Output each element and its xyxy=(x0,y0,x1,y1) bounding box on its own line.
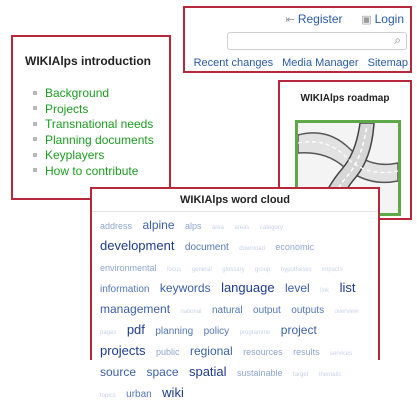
intro-title: WIKIAlps introduction xyxy=(25,54,151,68)
site-nav: Recent changes Media Manager Sitemap xyxy=(188,57,408,69)
register-icon: ⇤ xyxy=(285,14,295,26)
word-cloud-tag[interactable]: regional xyxy=(190,344,233,358)
word-cloud-panel: WIKIAlps word cloud address alpine alps … xyxy=(90,187,380,400)
bullet-icon xyxy=(33,168,37,173)
list-item[interactable]: Planning documents xyxy=(33,133,154,149)
word-cloud-tag[interactable]: overview xyxy=(335,309,359,315)
nav-media-manager[interactable]: Media Manager xyxy=(282,57,358,69)
nav-recent-changes[interactable]: Recent changes xyxy=(194,57,274,69)
word-cloud-title: WIKIAlps word cloud xyxy=(92,189,378,212)
word-cloud-tag[interactable]: list xyxy=(340,280,356,295)
intro-panel: WIKIAlps introduction Background Project… xyxy=(11,35,171,200)
list-item[interactable]: How to contribute xyxy=(33,164,154,180)
word-cloud-tag[interactable]: services xyxy=(330,351,352,357)
word-cloud-tag[interactable]: alpine xyxy=(142,218,174,232)
word-cloud-tag[interactable]: pdf xyxy=(127,322,145,337)
word-cloud-tag[interactable]: environmental xyxy=(100,263,157,273)
word-cloud-tag[interactable]: impacts xyxy=(322,267,343,273)
list-item[interactable]: Background xyxy=(33,86,154,102)
intro-link-transnational-needs[interactable]: Transnational needs xyxy=(45,117,153,131)
nav-sitemap[interactable]: Sitemap xyxy=(368,57,408,69)
bullet-icon xyxy=(33,121,37,126)
word-cloud-tag[interactable]: thematic xyxy=(319,372,342,378)
list-item[interactable]: Projects xyxy=(33,102,154,118)
word-cloud-tag[interactable]: target xyxy=(293,372,308,378)
word-cloud-tag[interactable]: area xyxy=(212,225,224,231)
word-cloud-tag[interactable]: wiki xyxy=(162,385,184,400)
word-cloud-tag[interactable]: policy xyxy=(204,326,230,337)
word-cloud-tag[interactable]: topics xyxy=(100,393,116,399)
word-cloud-tag[interactable]: projects xyxy=(100,343,146,358)
word-cloud-tag[interactable]: areas xyxy=(234,225,249,231)
roadmap-title: WIKIAlps roadmap xyxy=(300,93,390,104)
word-cloud-tag[interactable]: national xyxy=(181,309,202,315)
intro-link-list: Background Projects Transnational needs … xyxy=(33,86,154,179)
word-cloud-tag[interactable]: urban xyxy=(126,389,152,400)
bullet-icon xyxy=(33,106,37,111)
register-link[interactable]: Register xyxy=(298,12,343,26)
intro-link-how-to-contribute[interactable]: How to contribute xyxy=(45,164,138,178)
word-cloud-tag[interactable]: source xyxy=(100,365,136,379)
user-links: ⇤ Register ▣ Login xyxy=(286,12,404,26)
bullet-icon xyxy=(33,90,37,95)
word-cloud-tag[interactable]: download xyxy=(239,246,265,252)
list-item[interactable]: Keyplayers xyxy=(33,148,154,164)
word-cloud-tag[interactable]: programme xyxy=(240,330,271,336)
word-cloud-tag[interactable]: results xyxy=(293,347,320,357)
intro-link-projects[interactable]: Projects xyxy=(45,102,88,116)
word-cloud-tag[interactable]: focus xyxy=(167,267,181,273)
word-cloud-tag[interactable]: information xyxy=(100,284,149,295)
word-cloud-tag[interactable]: group xyxy=(255,267,270,273)
word-cloud-tag[interactable]: document xyxy=(185,242,229,253)
word-cloud-tag[interactable]: hypotheses xyxy=(281,267,312,273)
login-link[interactable]: Login xyxy=(375,12,404,26)
word-cloud-tag[interactable]: glossary xyxy=(222,267,244,273)
word-cloud-tag[interactable]: natural xyxy=(212,305,243,316)
word-cloud-tag[interactable]: keywords xyxy=(160,281,211,295)
word-cloud-tag[interactable]: planning xyxy=(155,326,193,337)
word-cloud-tag[interactable]: alps xyxy=(185,221,202,231)
word-cloud-tag[interactable]: space xyxy=(146,365,178,379)
word-cloud-tag[interactable]: link xyxy=(320,288,329,294)
word-cloud-tag[interactable]: pages xyxy=(100,330,116,336)
intro-link-keyplayers[interactable]: Keyplayers xyxy=(45,148,104,162)
word-cloud: address alpine alps area areas category … xyxy=(100,216,372,405)
word-cloud-tag[interactable]: address xyxy=(100,221,132,231)
bullet-icon xyxy=(33,137,37,142)
word-cloud-tag[interactable]: outputs xyxy=(291,305,324,316)
word-cloud-tag[interactable]: spatial xyxy=(189,364,227,379)
word-cloud-tag[interactable]: development xyxy=(100,238,174,253)
lock-icon: ▣ xyxy=(361,14,372,26)
word-cloud-tag[interactable]: language xyxy=(221,280,275,295)
word-cloud-tag[interactable]: public xyxy=(156,347,180,357)
word-cloud-tag[interactable]: resources xyxy=(243,347,283,357)
word-cloud-tag[interactable]: project xyxy=(281,323,317,337)
intro-link-background[interactable]: Background xyxy=(45,86,109,100)
word-cloud-tag[interactable]: general xyxy=(192,267,212,273)
bullet-icon xyxy=(33,152,37,157)
word-cloud-tag[interactable]: economic xyxy=(275,242,314,252)
user-tools-panel: ⇤ Register ▣ Login ⌕ Recent changes Media … xyxy=(183,6,412,73)
intro-link-planning-documents[interactable]: Planning documents xyxy=(45,133,154,147)
word-cloud-tag[interactable]: level xyxy=(285,281,310,295)
list-item[interactable]: Transnational needs xyxy=(33,117,154,133)
search-icon[interactable]: ⌕ xyxy=(394,33,401,48)
word-cloud-tag[interactable]: output xyxy=(253,305,281,316)
search-input[interactable]: ⌕ xyxy=(227,32,407,50)
word-cloud-tag[interactable]: management xyxy=(100,302,170,316)
word-cloud-tag[interactable]: category xyxy=(260,225,283,231)
word-cloud-tag[interactable]: sustainable xyxy=(237,368,283,378)
